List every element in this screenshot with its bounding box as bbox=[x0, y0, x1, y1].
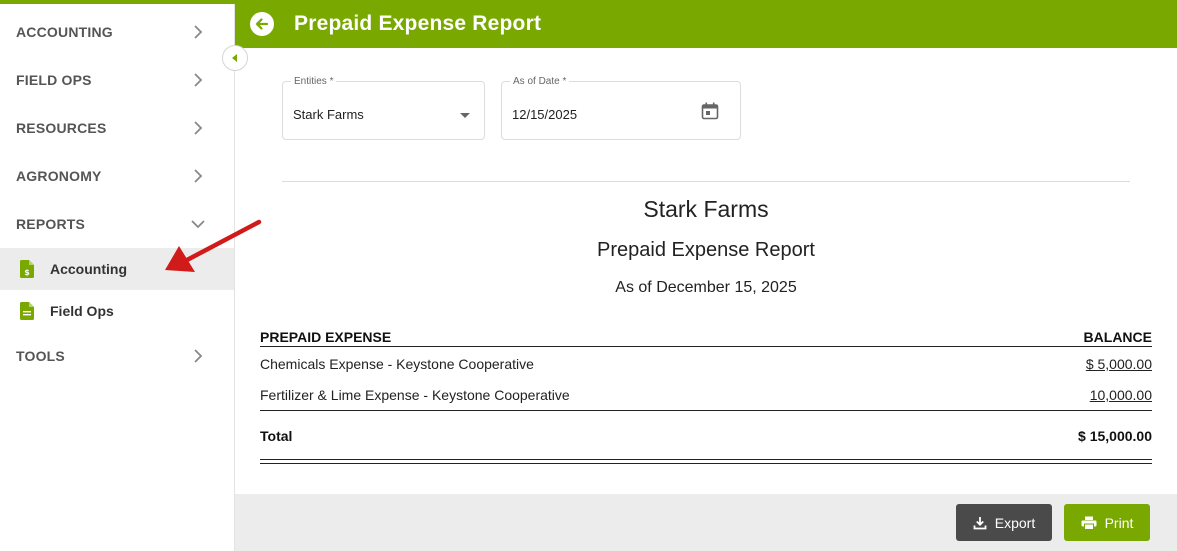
column-header-balance: BALANCE bbox=[1083, 329, 1152, 345]
chevron-right-icon bbox=[194, 25, 203, 39]
download-icon bbox=[973, 516, 987, 529]
print-label: Print bbox=[1104, 514, 1134, 531]
sidebar-item-field-ops[interactable]: FIELD OPS bbox=[0, 56, 234, 104]
dropdown-caret-icon bbox=[460, 113, 470, 118]
sidebar-item-label: FIELD OPS bbox=[16, 72, 92, 88]
sidebar-subitem-field-ops[interactable]: Field Ops bbox=[0, 290, 234, 332]
header-rule bbox=[260, 346, 1152, 347]
entities-label: Entities * bbox=[291, 77, 337, 87]
report-as-of-date: As of December 15, 2025 bbox=[615, 279, 797, 296]
sidebar-subitem-label: Accounting bbox=[50, 261, 127, 277]
sidebar-item-reports[interactable]: REPORTS bbox=[0, 200, 234, 248]
table-total-row: Total $ 15,000.00 bbox=[260, 428, 1152, 444]
caret-left-icon bbox=[232, 54, 237, 62]
row-balance-link[interactable]: 10,000.00 bbox=[1090, 387, 1152, 403]
sidebar-item-label: AGRONOMY bbox=[16, 168, 102, 184]
sidebar-item-agronomy[interactable]: AGRONOMY bbox=[0, 152, 234, 200]
chevron-right-icon bbox=[194, 169, 203, 183]
chevron-down-icon bbox=[191, 220, 205, 229]
entities-value: Stark Farms bbox=[293, 107, 364, 122]
sidebar-item-resources[interactable]: RESOURCES bbox=[0, 104, 234, 152]
sidebar-item-accounting[interactable]: ACCOUNTING bbox=[0, 8, 234, 56]
table-row: Chemicals Expense - Keystone Cooperative… bbox=[260, 356, 1152, 372]
chevron-right-icon bbox=[194, 121, 203, 135]
action-footer: Export Print bbox=[235, 494, 1177, 551]
calendar-icon[interactable] bbox=[701, 102, 719, 120]
sidebar-subitem-accounting[interactable]: $ Accounting bbox=[0, 248, 234, 290]
document-icon bbox=[20, 302, 34, 320]
printer-icon bbox=[1081, 516, 1097, 530]
back-button[interactable] bbox=[250, 12, 274, 36]
total-label: Total bbox=[260, 428, 293, 444]
row-expense-name: Chemicals Expense - Keystone Cooperative bbox=[260, 356, 534, 372]
dollar-document-icon: $ bbox=[20, 260, 34, 278]
chevron-right-icon bbox=[194, 349, 203, 363]
double-rule-top bbox=[260, 459, 1152, 460]
as-of-date-field[interactable]: As of Date * 12/15/2025 bbox=[501, 77, 741, 140]
total-rule bbox=[260, 410, 1152, 411]
column-header-prepaid-expense: PREPAID EXPENSE bbox=[260, 329, 392, 345]
table-row: Fertilizer & Lime Expense - Keystone Coo… bbox=[260, 387, 1152, 403]
as-of-date-label: As of Date * bbox=[510, 77, 570, 87]
sidebar-accent-bar bbox=[0, 0, 235, 4]
report-table-header: PREPAID EXPENSE BALANCE bbox=[260, 329, 1152, 345]
page-header: Prepaid Expense Report bbox=[235, 0, 1177, 48]
sidebar-item-label: ACCOUNTING bbox=[16, 24, 113, 40]
sidebar: ACCOUNTING FIELD OPS RESOURCES AGRONOMY … bbox=[0, 0, 235, 551]
export-label: Export bbox=[994, 514, 1036, 531]
sidebar-item-label: TOOLS bbox=[16, 348, 65, 364]
svg-text:$: $ bbox=[24, 268, 30, 277]
row-balance-link[interactable]: $ 5,000.00 bbox=[1086, 356, 1152, 372]
entities-select[interactable]: Entities * Stark Farms bbox=[282, 77, 485, 140]
sidebar-item-label: REPORTS bbox=[16, 216, 86, 232]
print-button[interactable]: Print bbox=[1064, 504, 1150, 541]
filters-divider bbox=[282, 181, 1130, 182]
page-title: Prepaid Expense Report bbox=[294, 12, 542, 35]
row-expense-name: Fertilizer & Lime Expense - Keystone Coo… bbox=[260, 387, 570, 403]
sidebar-item-tools[interactable]: TOOLS bbox=[0, 332, 234, 380]
sidebar-item-label: RESOURCES bbox=[16, 120, 107, 136]
export-button[interactable]: Export bbox=[956, 504, 1052, 541]
sidebar-collapse-button[interactable] bbox=[222, 45, 248, 71]
double-rule-bottom bbox=[260, 463, 1152, 464]
report-title: Prepaid Expense Report bbox=[597, 239, 815, 261]
as-of-date-value: 12/15/2025 bbox=[512, 107, 578, 122]
total-value: $ 15,000.00 bbox=[1078, 428, 1152, 444]
chevron-right-icon bbox=[194, 73, 203, 87]
report-company: Stark Farms bbox=[643, 196, 769, 222]
arrow-left-circle-icon bbox=[255, 18, 269, 30]
sidebar-subitem-label: Field Ops bbox=[50, 303, 114, 319]
